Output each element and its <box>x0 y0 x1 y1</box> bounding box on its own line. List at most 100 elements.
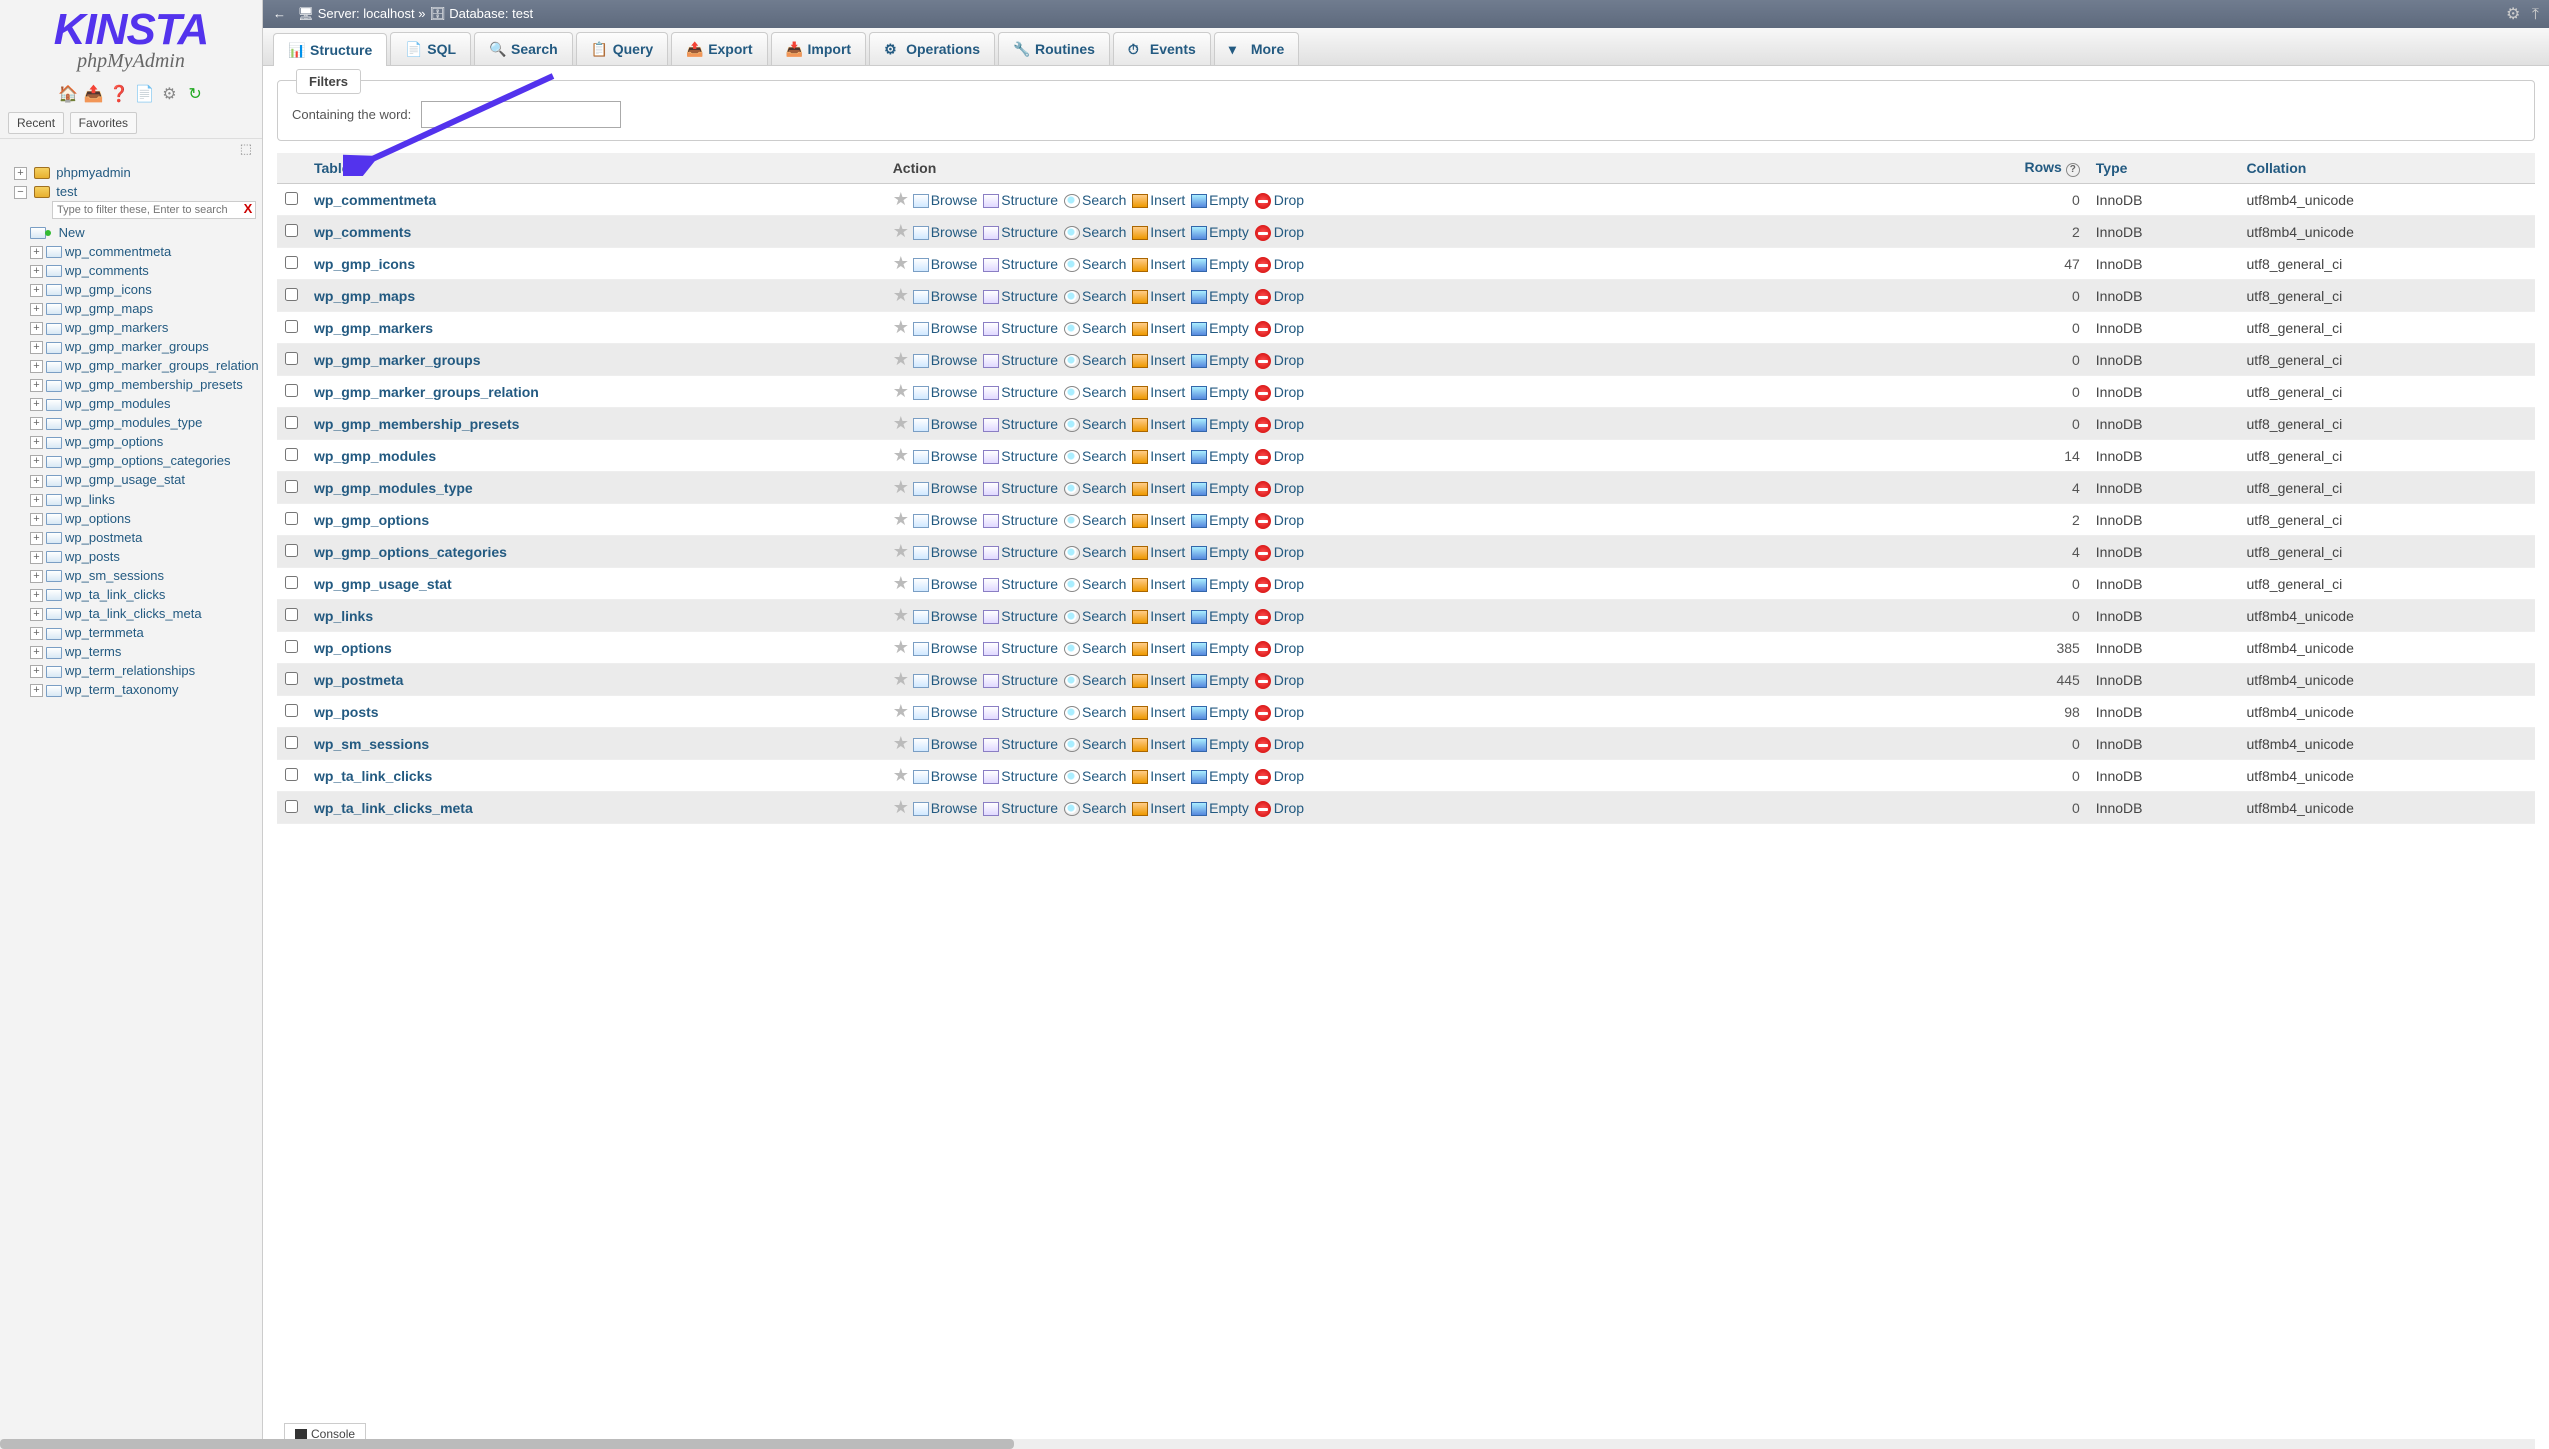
drop-link[interactable]: Drop <box>1274 768 1304 784</box>
table-name-link[interactable]: wp_postmeta <box>314 672 403 688</box>
col-rows[interactable]: Rows? <box>1916 153 2087 184</box>
row-checkbox[interactable] <box>285 224 298 237</box>
drop-link[interactable]: Drop <box>1274 288 1304 304</box>
structure-link[interactable]: Structure <box>1001 224 1058 240</box>
favorite-star-icon[interactable]: ★ <box>893 573 909 593</box>
browse-link[interactable]: Browse <box>931 640 978 656</box>
insert-link[interactable]: Insert <box>1150 192 1185 208</box>
tree-table-item[interactable]: +wp_gmp_modules_type <box>6 413 262 432</box>
expand-icon[interactable]: + <box>30 646 43 659</box>
docs-icon[interactable]: ❓ <box>109 84 127 102</box>
table-name-link[interactable]: wp_gmp_usage_stat <box>314 576 452 592</box>
breadcrumb-database[interactable]: test <box>512 6 533 21</box>
empty-link[interactable]: Empty <box>1209 768 1249 784</box>
approx-icon[interactable]: ? <box>2066 163 2080 177</box>
insert-link[interactable]: Insert <box>1150 320 1185 336</box>
structure-link[interactable]: Structure <box>1001 480 1058 496</box>
table-name-link[interactable]: wp_gmp_markers <box>314 320 433 336</box>
empty-link[interactable]: Empty <box>1209 736 1249 752</box>
tab-export[interactable]: 📤Export <box>671 32 767 65</box>
expand-icon[interactable]: + <box>30 265 43 278</box>
drop-link[interactable]: Drop <box>1274 544 1304 560</box>
tab-search[interactable]: 🔍Search <box>474 32 573 65</box>
expand-icon[interactable]: + <box>30 322 43 335</box>
drop-link[interactable]: Drop <box>1274 512 1304 528</box>
search-link[interactable]: Search <box>1082 448 1126 464</box>
favorites-button[interactable]: Favorites <box>70 112 137 134</box>
tree-table-item[interactable]: +wp_postmeta <box>6 528 262 547</box>
empty-link[interactable]: Empty <box>1209 224 1249 240</box>
insert-link[interactable]: Insert <box>1150 768 1185 784</box>
tree-table-item[interactable]: +wp_terms <box>6 642 262 661</box>
drop-link[interactable]: Drop <box>1274 224 1304 240</box>
structure-link[interactable]: Structure <box>1001 288 1058 304</box>
browse-link[interactable]: Browse <box>931 256 978 272</box>
tree-table-item[interactable]: +wp_gmp_options <box>6 432 262 451</box>
browse-link[interactable]: Browse <box>931 224 978 240</box>
row-checkbox[interactable] <box>285 608 298 621</box>
browse-link[interactable]: Browse <box>931 736 978 752</box>
expand-icon[interactable]: + <box>30 589 43 602</box>
browse-link[interactable]: Browse <box>931 480 978 496</box>
drop-link[interactable]: Drop <box>1274 416 1304 432</box>
structure-link[interactable]: Structure <box>1001 352 1058 368</box>
browse-link[interactable]: Browse <box>931 512 978 528</box>
empty-link[interactable]: Empty <box>1209 416 1249 432</box>
expand-icon[interactable]: + <box>30 665 43 678</box>
drop-link[interactable]: Drop <box>1274 384 1304 400</box>
insert-link[interactable]: Insert <box>1150 448 1185 464</box>
row-checkbox[interactable] <box>285 256 298 269</box>
tree-table-item[interactable]: +wp_links <box>6 490 262 509</box>
row-checkbox[interactable] <box>285 448 298 461</box>
expand-icon[interactable]: + <box>30 360 43 373</box>
search-link[interactable]: Search <box>1082 640 1126 656</box>
favorite-star-icon[interactable]: ★ <box>893 189 909 209</box>
tree-table-item[interactable]: +wp_posts <box>6 547 262 566</box>
tree-table-item[interactable]: +wp_term_relationships <box>6 661 262 680</box>
empty-link[interactable]: Empty <box>1209 512 1249 528</box>
table-name-link[interactable]: wp_gmp_icons <box>314 256 415 272</box>
tree-root[interactable]: + phpmyadmin <box>6 163 262 182</box>
search-link[interactable]: Search <box>1082 672 1126 688</box>
search-link[interactable]: Search <box>1082 704 1126 720</box>
empty-link[interactable]: Empty <box>1209 608 1249 624</box>
expand-icon[interactable]: + <box>14 167 27 180</box>
drop-link[interactable]: Drop <box>1274 320 1304 336</box>
tree-table-item[interactable]: +wp_gmp_markers <box>6 318 262 337</box>
search-link[interactable]: Search <box>1082 384 1126 400</box>
empty-link[interactable]: Empty <box>1209 544 1249 560</box>
favorite-star-icon[interactable]: ★ <box>893 669 909 689</box>
tab-more[interactable]: ▾More <box>1214 32 1299 65</box>
drop-link[interactable]: Drop <box>1274 800 1304 816</box>
insert-link[interactable]: Insert <box>1150 736 1185 752</box>
empty-link[interactable]: Empty <box>1209 320 1249 336</box>
tree-table-item[interactable]: +wp_gmp_marker_groups_relation <box>6 356 262 375</box>
table-name-link[interactable]: wp_links <box>314 608 373 624</box>
settings-icon[interactable]: ⚙ <box>160 84 178 102</box>
search-link[interactable]: Search <box>1082 224 1126 240</box>
tree-table-item[interactable]: +wp_termmeta <box>6 623 262 642</box>
tree-table-item[interactable]: +wp_gmp_maps <box>6 299 262 318</box>
table-name-link[interactable]: wp_sm_sessions <box>314 736 429 752</box>
table-name-link[interactable]: wp_options <box>314 640 392 656</box>
search-link[interactable]: Search <box>1082 768 1126 784</box>
logout-icon[interactable]: 📤 <box>84 84 102 102</box>
empty-link[interactable]: Empty <box>1209 352 1249 368</box>
tree-table-item[interactable]: +wp_comments <box>6 261 262 280</box>
insert-link[interactable]: Insert <box>1150 704 1185 720</box>
row-checkbox[interactable] <box>285 544 298 557</box>
col-table[interactable]: Table▲ <box>306 153 885 184</box>
table-name-link[interactable]: wp_gmp_marker_groups <box>314 352 481 368</box>
insert-link[interactable]: Insert <box>1150 576 1185 592</box>
insert-link[interactable]: Insert <box>1150 512 1185 528</box>
browse-link[interactable]: Browse <box>931 320 978 336</box>
row-checkbox[interactable] <box>285 576 298 589</box>
empty-link[interactable]: Empty <box>1209 384 1249 400</box>
expand-icon[interactable]: + <box>30 608 43 621</box>
structure-link[interactable]: Structure <box>1001 768 1058 784</box>
drop-link[interactable]: Drop <box>1274 192 1304 208</box>
structure-link[interactable]: Structure <box>1001 384 1058 400</box>
favorite-star-icon[interactable]: ★ <box>893 477 909 497</box>
tree-table-item[interactable]: +wp_gmp_usage_stat <box>6 470 262 489</box>
browse-link[interactable]: Browse <box>931 576 978 592</box>
